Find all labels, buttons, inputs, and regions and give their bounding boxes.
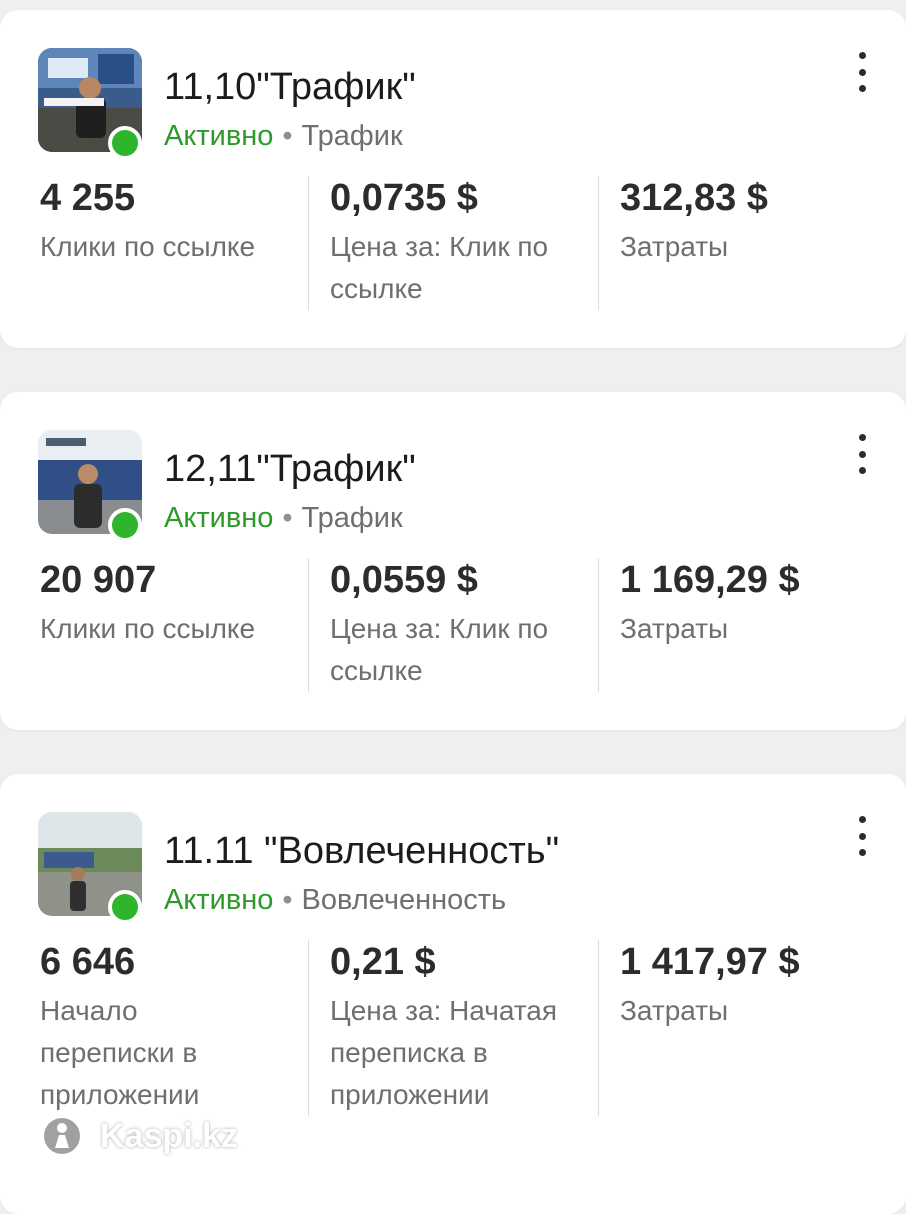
metric-value: 4 255 [40,177,136,219]
kaspi-logo-icon [36,1110,88,1162]
metric-results: 6 646 Начало переписки в приложении [40,936,260,1116]
watermark-text: Kaspi.kz [100,1116,238,1155]
metric-label: Начало переписки в приложении [40,995,200,1110]
metric-label: Клики по ссылке [40,231,256,262]
metric-cost-per-result: 0,0735 $ Цена за: Клик по ссылке [330,172,592,310]
campaign-card[interactable]: 12,11"Трафик" Активно • Трафик 20 907 Клик… [0,392,906,730]
separator-dot: • [282,120,293,152]
metric-label: Клики по ссылке [40,613,256,644]
metric-value: 0,21 $ [330,941,436,983]
metric-value: 0,0735 $ [330,177,478,219]
active-status-dot [108,508,142,542]
metric-value: 0,0559 $ [330,559,478,601]
campaign-card[interactable]: 11,10"Трафик" Активно • Трафик 4 255 Клики… [0,10,906,348]
metric-value: 20 907 [40,559,157,601]
active-status-dot [108,126,142,160]
separator-dot: • [282,502,293,534]
status-text: Активно [164,884,274,916]
more-options-icon[interactable] [848,432,876,476]
metric-label: Затраты [620,995,729,1026]
metric-divider [308,558,309,692]
metric-results: 20 907 Клики по ссылке [40,554,302,650]
campaign-title[interactable]: 11.11 "Вовлеченность" [164,830,559,873]
metric-divider [308,176,309,310]
metric-divider [598,176,599,310]
objective-text: Вовлеченность [301,884,507,916]
objective-text: Трафик [301,502,403,534]
metric-cost-per-result: 0,0559 $ Цена за: Клик по ссылке [330,554,592,692]
metric-divider [308,940,309,1116]
more-options-icon[interactable] [848,814,876,858]
metric-cost-per-result: 0,21 $ Цена за: Начатая переписка в прил… [330,936,592,1116]
metric-value: 1 169,29 $ [620,559,800,601]
metric-value: 312,83 $ [620,177,768,219]
objective-text: Трафик [301,120,403,152]
metric-value: 6 646 [40,941,136,983]
metric-results: 4 255 Клики по ссылке [40,172,302,268]
campaign-title[interactable]: 11,10"Трафик" [164,66,416,109]
active-status-dot [108,890,142,924]
metric-label: Цена за: Клик по ссылке [330,231,549,304]
campaign-title[interactable]: 12,11"Трафик" [164,448,416,491]
metric-label: Цена за: Клик по ссылке [330,613,549,686]
status-line: Активно • Трафик [164,120,403,153]
metric-label: Цена за: Начатая переписка в приложении [330,995,558,1110]
metric-divider [598,940,599,1116]
metric-divider [598,558,599,692]
separator-dot: • [282,884,293,916]
metric-spend: 312,83 $ Затраты [620,172,890,268]
metric-value: 1 417,97 $ [620,941,800,983]
watermark: Kaspi.kz [36,1110,238,1162]
metric-spend: 1 169,29 $ Затраты [620,554,890,650]
more-options-icon[interactable] [848,50,876,94]
status-text: Активно [164,502,274,534]
metric-spend: 1 417,97 $ Затраты [620,936,890,1032]
metric-label: Затраты [620,613,729,644]
status-line: Активно • Трафик [164,502,403,535]
status-text: Активно [164,120,274,152]
metric-label: Затраты [620,231,729,262]
status-line: Активно • Вовлеченность [164,884,506,917]
